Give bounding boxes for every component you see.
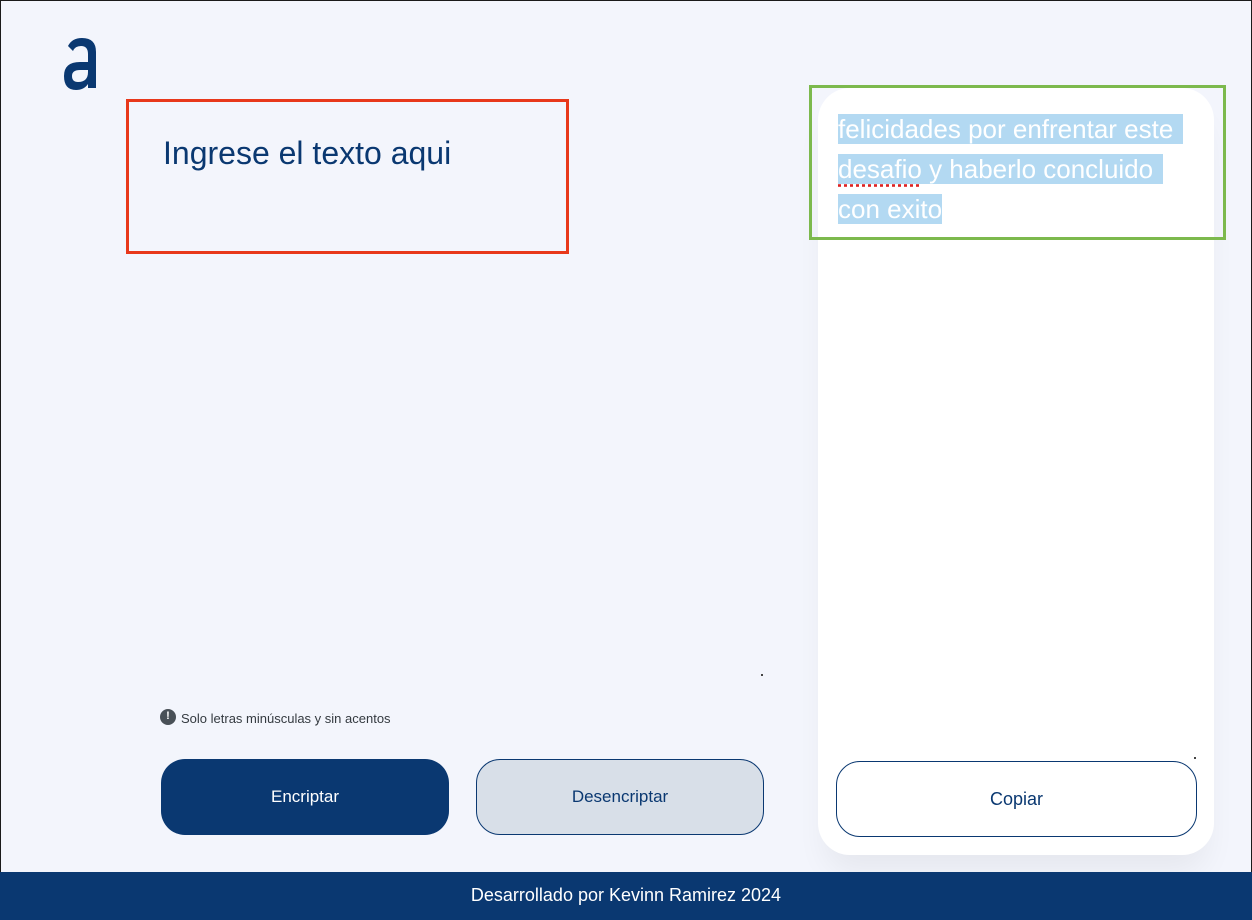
- footer-text: Desarrollado por Kevinn Ramirez 2024: [470, 884, 782, 905]
- textarea-resize-handle[interactable]: [761, 674, 763, 676]
- annotation-box-green: [809, 85, 1226, 240]
- copy-button[interactable]: Copiar: [836, 761, 1197, 837]
- output-resize-handle[interactable]: [1194, 757, 1196, 759]
- hint-text: Solo letras minúsculas y sin acentos: [181, 711, 391, 726]
- annotation-box-red: [126, 99, 569, 254]
- encrypt-button[interactable]: Encriptar: [161, 759, 449, 835]
- exclamation-circle-icon: !: [160, 708, 176, 725]
- decrypt-button[interactable]: Desencriptar: [476, 759, 764, 835]
- footer: Desarrollado por Kevinn Ramirez 2024: [0, 872, 1252, 920]
- alura-logo-icon[interactable]: [60, 34, 104, 94]
- input-hint: ! Solo letras minúsculas y sin acentos: [160, 707, 391, 726]
